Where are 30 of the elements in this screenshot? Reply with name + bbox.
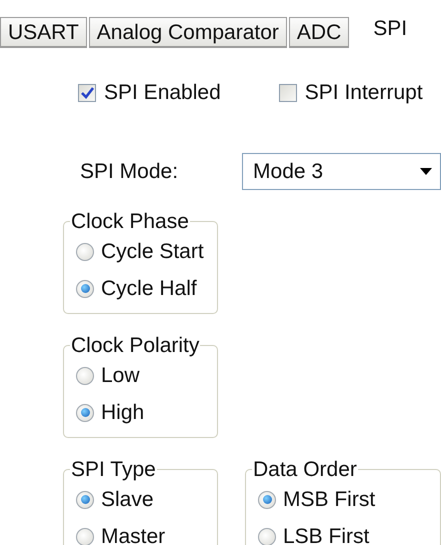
radio-label: Slave xyxy=(101,487,154,513)
radio-label: MSB First xyxy=(283,487,376,513)
checkbox-label: SPI Interrupt xyxy=(304,80,423,106)
radio-label: Cycle Half xyxy=(101,276,197,302)
group-title: Clock Phase xyxy=(70,210,190,234)
radio-label: Low xyxy=(101,363,140,388)
checkbox[interactable] xyxy=(78,84,96,102)
field-label: SPI Mode: xyxy=(80,159,180,184)
group-title: Data Order xyxy=(252,458,358,482)
checkbox-label: SPI Enabled xyxy=(104,80,221,106)
caret-icon xyxy=(420,168,432,176)
group-title: Clock Polarity xyxy=(70,334,200,358)
radio-button[interactable] xyxy=(76,528,94,545)
tab[interactable]: Analog Comparator xyxy=(88,17,287,48)
radio-label: LSB First xyxy=(283,524,370,545)
radio-button[interactable] xyxy=(76,366,94,385)
radio-button[interactable] xyxy=(76,490,94,509)
mode-dropdown[interactable]: Mode 3 xyxy=(242,153,441,190)
radio-button[interactable] xyxy=(76,404,94,422)
tab[interactable]: USART xyxy=(0,17,87,48)
radio-button[interactable] xyxy=(258,528,276,545)
group-title: SPI Type xyxy=(70,458,157,482)
radio-label: High xyxy=(101,400,144,426)
radio-button[interactable] xyxy=(76,242,94,261)
radio-button[interactable] xyxy=(76,280,94,298)
radio-label: Master xyxy=(101,524,166,545)
radio-button[interactable] xyxy=(258,490,276,509)
checkbox[interactable] xyxy=(278,84,297,102)
tab[interactable]: ADC xyxy=(288,17,350,48)
radio-label: Cycle Start xyxy=(101,239,204,264)
